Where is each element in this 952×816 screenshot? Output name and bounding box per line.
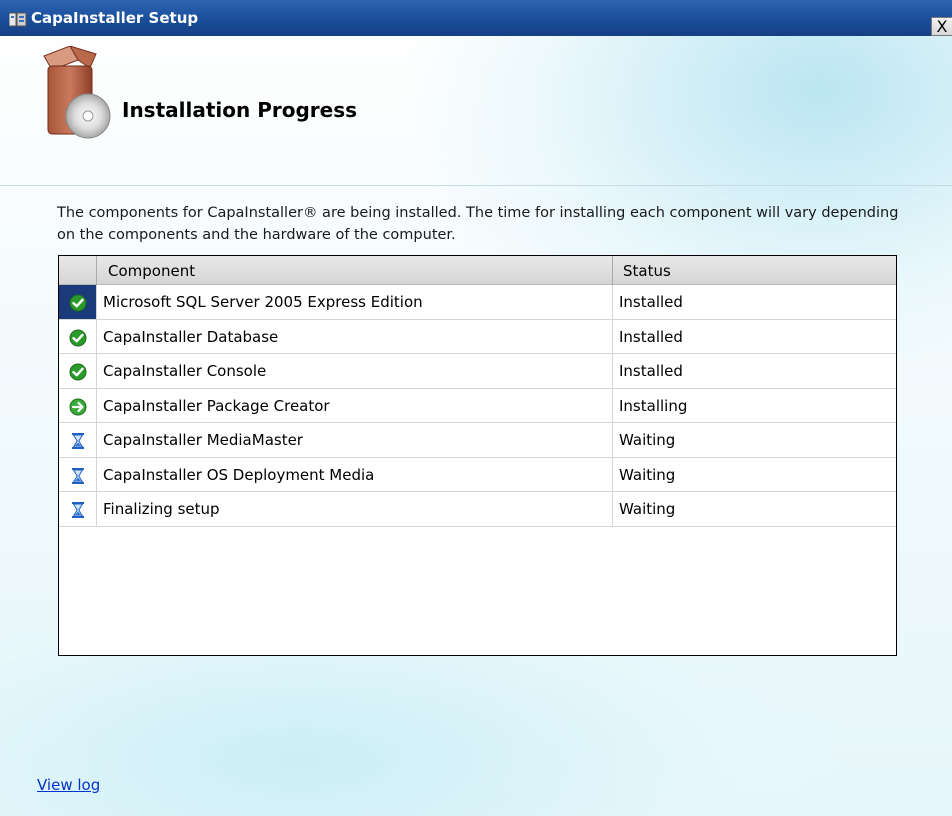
header-status[interactable]: Status <box>613 256 896 285</box>
component-status: Installing <box>619 396 688 415</box>
component-status: Installed <box>619 327 683 346</box>
description-text: The components for CapaInstaller® are be… <box>57 205 899 243</box>
check-icon <box>69 294 87 312</box>
status-cell-icon <box>59 319 97 354</box>
check-icon <box>69 329 87 346</box>
component-status: Installed <box>619 362 683 380</box>
table-row[interactable]: CapaInstaller Database Installed <box>59 319 896 354</box>
setup-window: CapaInstaller Setup X Installation Progr… <box>0 0 952 816</box>
hourglass-icon <box>72 467 84 484</box>
arrow-right-icon <box>69 398 87 415</box>
table-row[interactable]: Finalizing setup Waiting <box>59 492 896 527</box>
table-row[interactable]: CapaInstaller OS Deployment Media Waitin… <box>59 457 896 492</box>
table-row[interactable]: CapaInstaller MediaMaster Waiting <box>59 423 896 458</box>
component-name: CapaInstaller Console <box>97 354 613 388</box>
status-cell-icon <box>59 354 97 388</box>
component-status: Waiting <box>619 431 676 449</box>
status-cell-icon <box>59 492 97 526</box>
header-component[interactable]: Component <box>97 256 613 285</box>
status-cell-icon <box>59 457 97 492</box>
component-name: CapaInstaller OS Deployment Media <box>97 457 613 492</box>
component-status: Installed <box>619 293 683 311</box>
page-title: Installation Progress <box>122 98 358 122</box>
component-name: CapaInstaller Package Creator <box>97 388 613 423</box>
app-icon <box>8 11 27 27</box>
header-divider <box>0 185 952 186</box>
table-row[interactable]: CapaInstaller Package Creator Installing <box>59 388 896 423</box>
status-cell-icon <box>59 388 97 423</box>
component-list[interactable]: Component Status Microsoft SQL Server 20… <box>58 255 897 656</box>
check-icon <box>69 363 87 381</box>
close-button[interactable]: X <box>931 17 952 36</box>
component-name: CapaInstaller MediaMaster <box>97 423 613 457</box>
window-title: CapaInstaller Setup <box>31 9 199 27</box>
status-cell-icon <box>59 423 97 457</box>
component-name: CapaInstaller Database <box>97 319 613 354</box>
component-name: Finalizing setup <box>97 492 613 526</box>
table-row[interactable]: CapaInstaller Console Installed <box>59 354 896 389</box>
title-bar[interactable]: CapaInstaller Setup X <box>0 0 952 36</box>
installer-box-icon <box>40 45 112 146</box>
component-status: Waiting <box>619 500 676 518</box>
component-name: Microsoft SQL Server 2005 Express Editio… <box>97 285 613 319</box>
list-header: Component Status <box>59 256 896 285</box>
status-cell-icon <box>59 285 97 319</box>
header-icon-column[interactable] <box>59 256 97 285</box>
component-status: Waiting <box>619 465 676 484</box>
hourglass-icon <box>72 502 84 518</box>
table-row[interactable]: Microsoft SQL Server 2005 Express Editio… <box>59 285 896 320</box>
hourglass-icon <box>72 433 84 449</box>
view-log-link[interactable]: View log <box>37 776 100 794</box>
